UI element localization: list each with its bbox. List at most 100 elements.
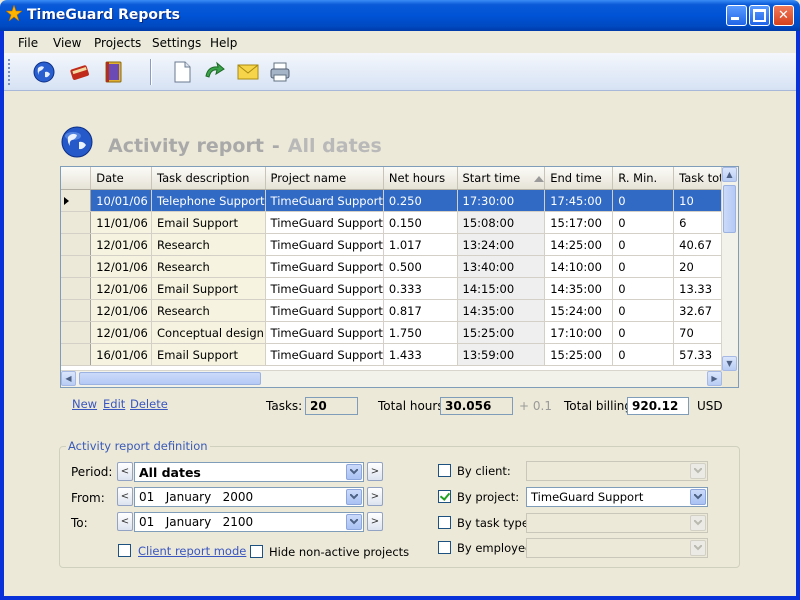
cell-date[interactable]: 11/01/06 (90, 211, 153, 234)
col-header-r-min[interactable]: R. Min. (612, 167, 675, 190)
cell-project-name[interactable]: TimeGuard Support (265, 211, 384, 234)
cell-task-description[interactable]: Research (151, 299, 266, 322)
refresh-icon[interactable] (202, 60, 226, 84)
from-date-picker[interactable]: 01 January 2000 (134, 487, 364, 507)
table-row[interactable]: 12/01/06 Research TimeGuard Support 0.817 14… (61, 299, 738, 322)
cell-task-description[interactable]: Email Support (151, 211, 266, 234)
by-employee-select[interactable] (526, 538, 708, 558)
cell-task-description[interactable]: Telephone Support (151, 189, 266, 212)
by-employee-checkbox[interactable] (438, 541, 451, 554)
cell-r-min[interactable]: 0 (612, 277, 675, 300)
table-row[interactable]: 10/01/06 Telephone Support TimeGuard Suppo… (61, 189, 738, 212)
cell-task-description[interactable]: Research (151, 233, 266, 256)
row-header[interactable] (61, 255, 92, 278)
cell-end-time[interactable]: 15:25:00 (544, 343, 614, 366)
cell-end-time[interactable]: 17:45:00 (544, 189, 614, 212)
cell-task-description[interactable]: Email Support (151, 277, 266, 300)
cell-task-description[interactable]: Conceptual design (151, 321, 266, 344)
client-report-mode-link[interactable]: Client report mode (138, 544, 246, 558)
cell-date[interactable]: 12/01/06 (90, 321, 153, 344)
hide-non-active-checkbox[interactable] (250, 545, 263, 558)
client-report-mode-checkbox[interactable] (118, 544, 131, 557)
menu-view[interactable]: View (53, 36, 81, 50)
cell-end-time[interactable]: 17:10:00 (544, 321, 614, 344)
to-prev-button[interactable]: < (117, 512, 133, 531)
menu-projects[interactable]: Projects (94, 36, 141, 50)
from-next-button[interactable]: > (367, 487, 383, 506)
table-row[interactable]: 16/01/06 Email Support TimeGuard Support 1.… (61, 343, 738, 366)
table-row[interactable]: 12/01/06 Email Support TimeGuard Support 0.… (61, 277, 738, 300)
cell-task-description[interactable]: Email Support (151, 343, 266, 366)
cell-date[interactable]: 10/01/06 (90, 189, 153, 212)
email-icon[interactable] (236, 60, 260, 84)
cell-date[interactable]: 12/01/06 (90, 233, 153, 256)
cell-start-time[interactable]: 14:15:00 (457, 277, 546, 300)
period-prev-button[interactable]: < (117, 462, 133, 481)
minimize-button[interactable] (726, 5, 747, 26)
cell-start-time[interactable]: 15:08:00 (457, 211, 546, 234)
horizontal-scrollbar[interactable]: ◀ ▶ (61, 370, 722, 387)
cell-net-hours[interactable]: 1.750 (383, 321, 458, 344)
cell-end-time[interactable]: 14:25:00 (544, 233, 614, 256)
cell-r-min[interactable]: 0 (612, 211, 675, 234)
table-row[interactable]: 12/01/06 Research TimeGuard Support 0.500 13… (61, 255, 738, 278)
cell-task-description[interactable]: Research (151, 255, 266, 278)
print-icon[interactable] (268, 60, 292, 84)
cell-net-hours[interactable]: 0.250 (383, 189, 458, 212)
globe-icon[interactable] (32, 60, 56, 84)
row-header[interactable] (61, 233, 92, 256)
to-date-picker[interactable]: 01 January 2100 (134, 512, 364, 532)
dropdown-button[interactable] (346, 464, 362, 480)
cell-end-time[interactable]: 15:24:00 (544, 299, 614, 322)
new-link[interactable]: New (72, 397, 97, 411)
by-client-checkbox[interactable] (438, 464, 451, 477)
by-project-select[interactable]: TimeGuard Support (526, 487, 708, 507)
by-project-checkbox[interactable] (438, 490, 451, 503)
cell-project-name[interactable]: TimeGuard Support (265, 343, 384, 366)
cell-project-name[interactable]: TimeGuard Support (265, 189, 384, 212)
row-header[interactable] (61, 211, 92, 234)
scroll-left-button[interactable]: ◀ (61, 371, 76, 386)
period-next-button[interactable]: > (367, 462, 383, 481)
by-client-select[interactable] (526, 461, 708, 481)
dropdown-button[interactable] (690, 489, 706, 505)
scroll-down-button[interactable]: ▼ (722, 356, 737, 371)
by-task-type-select[interactable] (526, 513, 708, 533)
cell-date[interactable]: 12/01/06 (90, 255, 153, 278)
cell-start-time[interactable]: 15:25:00 (457, 321, 546, 344)
cell-net-hours[interactable]: 0.150 (383, 211, 458, 234)
cell-project-name[interactable]: TimeGuard Support (265, 233, 384, 256)
cell-end-time[interactable]: 14:10:00 (544, 255, 614, 278)
vertical-scrollbar[interactable]: ▲ ▼ (721, 167, 738, 371)
cell-start-time[interactable]: 17:30:00 (457, 189, 546, 212)
dropdown-button[interactable] (346, 514, 362, 530)
delete-link[interactable]: Delete (130, 397, 168, 411)
dropdown-button[interactable] (346, 489, 362, 505)
cell-start-time[interactable]: 14:35:00 (457, 299, 546, 322)
cell-net-hours[interactable]: 0.333 (383, 277, 458, 300)
cell-start-time[interactable]: 13:59:00 (457, 343, 546, 366)
toolbar-grip[interactable] (8, 59, 13, 85)
activity-grid[interactable]: Date Task description Project name Net h… (60, 166, 739, 388)
col-header-start-time[interactable]: Start time (457, 167, 546, 190)
cell-end-time[interactable]: 14:35:00 (544, 277, 614, 300)
to-next-button[interactable]: > (367, 512, 383, 531)
cell-r-min[interactable]: 0 (612, 343, 675, 366)
table-row[interactable]: 11/01/06 Email Support TimeGuard Support 0.… (61, 211, 738, 234)
col-header-net-hours[interactable]: Net hours (383, 167, 458, 190)
scroll-right-button[interactable]: ▶ (707, 371, 722, 386)
row-header[interactable] (61, 321, 92, 344)
new-document-icon[interactable] (170, 60, 194, 84)
vertical-scroll-thumb[interactable] (723, 185, 736, 233)
row-header[interactable] (61, 189, 92, 212)
menu-file[interactable]: File (18, 36, 38, 50)
col-header-date[interactable]: Date (90, 167, 153, 190)
cell-project-name[interactable]: TimeGuard Support (265, 299, 384, 322)
maximize-button[interactable] (749, 5, 770, 26)
period-select[interactable]: All dates (134, 462, 364, 482)
cell-r-min[interactable]: 0 (612, 299, 675, 322)
book-icon[interactable] (68, 60, 92, 84)
close-button[interactable]: ✕ (773, 5, 794, 26)
row-header[interactable] (61, 343, 92, 366)
cell-start-time[interactable]: 13:40:00 (457, 255, 546, 278)
